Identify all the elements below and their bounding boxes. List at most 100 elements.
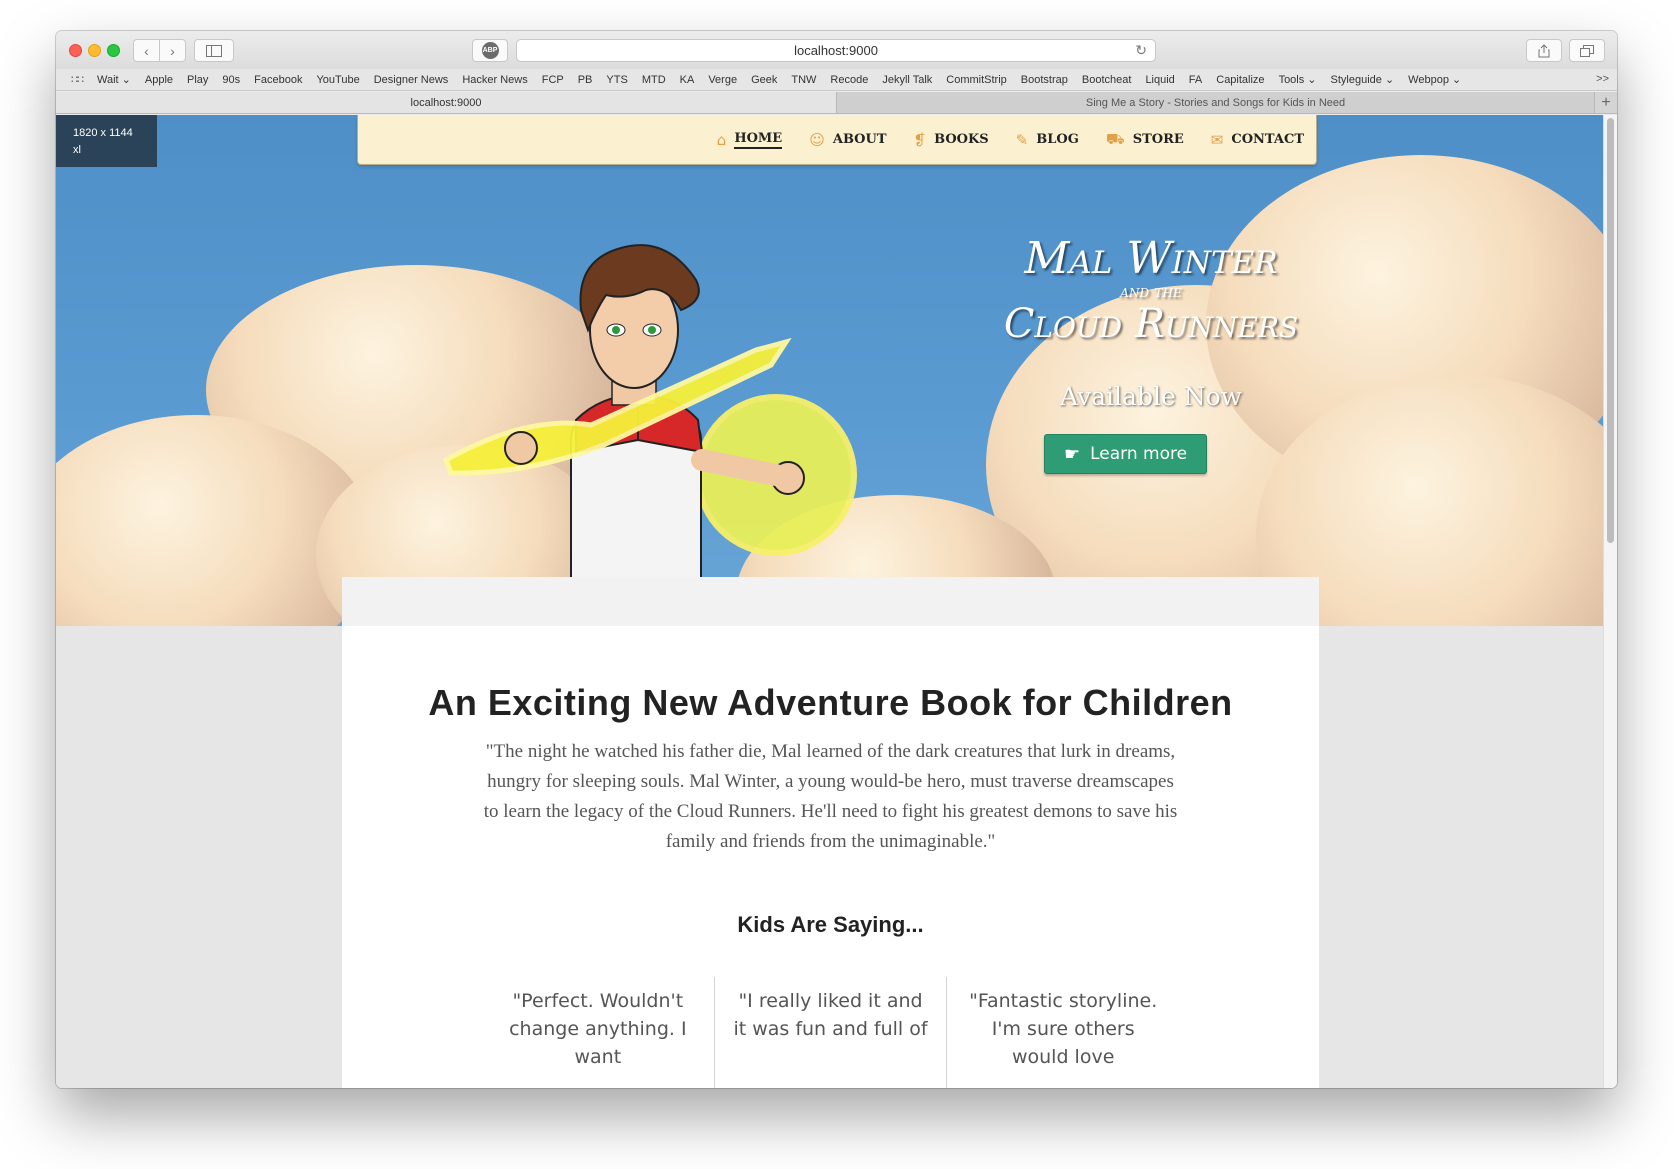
- learn-more-button[interactable]: ☛ Learn more: [1044, 434, 1207, 474]
- tabs-overview-icon: [1580, 44, 1594, 57]
- address-bar[interactable]: localhost:9000 ↻: [516, 39, 1156, 62]
- vertical-scrollbar[interactable]: [1603, 115, 1617, 1088]
- bookmark-item[interactable]: Liquid: [1145, 74, 1174, 86]
- viewport-size-badge: 1820 x 1144 xl: [56, 115, 157, 167]
- testimonial-item: "Perfect. Wouldn't change anything. I wa…: [509, 990, 687, 1068]
- bookmark-item[interactable]: CommitStrip: [946, 74, 1007, 86]
- bookmark-item[interactable]: Bootcheat: [1082, 74, 1132, 86]
- testimonials-row: "Perfect. Wouldn't change anything. I wa…: [482, 977, 1179, 1088]
- back-button[interactable]: ‹: [133, 39, 160, 62]
- home-icon: ⌂: [716, 130, 727, 149]
- bookmark-item[interactable]: FA: [1189, 74, 1202, 86]
- book-title-line: Cloud Runners: [1003, 301, 1299, 347]
- bookmark-item[interactable]: Recode: [830, 74, 868, 86]
- nav-blog[interactable]: ✎ BLOG: [1016, 131, 1079, 149]
- forward-button[interactable]: ›: [159, 39, 186, 62]
- chevron-left-icon: ‹: [144, 42, 149, 59]
- nav-home[interactable]: ⌂ HOME: [716, 130, 783, 149]
- bookmark-item[interactable]: FCP: [542, 74, 564, 86]
- bookmark-item[interactable]: Apple: [145, 74, 173, 86]
- adblock-button[interactable]: ABP: [472, 39, 508, 62]
- nav-books[interactable]: ❡ BOOKS: [914, 131, 989, 149]
- book-title-line: and the: [1120, 282, 1182, 302]
- bookmark-item[interactable]: MTD: [642, 74, 666, 86]
- minimize-window-button[interactable]: [88, 44, 101, 57]
- bookmark-item[interactable]: 90s: [222, 74, 240, 86]
- book-synopsis-quote: "The night he watched his father die, Ma…: [483, 741, 1178, 852]
- envelope-icon: ✉: [1210, 130, 1224, 149]
- apps-grid-icon[interactable]: ∷∷: [71, 73, 84, 86]
- bookmark-item[interactable]: Webpop ⌄: [1408, 73, 1461, 86]
- share-icon: [1538, 43, 1550, 57]
- bookmark-item[interactable]: Styleguide ⌄: [1331, 73, 1395, 86]
- bookmark-item[interactable]: PB: [578, 74, 593, 86]
- bookmark-item[interactable]: KA: [680, 74, 695, 86]
- close-window-button[interactable]: [69, 44, 82, 57]
- bookmark-item[interactable]: Geek: [751, 74, 777, 86]
- bookmark-item[interactable]: Facebook: [254, 74, 302, 86]
- bookmark-item[interactable]: Bootstrap: [1021, 74, 1068, 86]
- content-card-header-strip: [342, 577, 1319, 626]
- new-tab-button[interactable]: +: [1595, 92, 1617, 113]
- bookmark-item[interactable]: YTS: [606, 74, 627, 86]
- book-title-logo: Mal Winter and the Cloud Runners: [966, 233, 1336, 348]
- chevron-right-icon: ›: [170, 42, 175, 59]
- page-viewport: Mal Winter and the Cloud Runners Availab…: [56, 115, 1603, 1088]
- book-icon: ❡: [913, 130, 927, 149]
- bookmark-item[interactable]: Play: [187, 74, 208, 86]
- tab-label: localhost:9000: [410, 96, 482, 109]
- main-content-card: An Exciting New Adventure Book for Child…: [342, 577, 1319, 1088]
- main-navigation: ⌂ HOME ☺ ABOUT ❡ BOOKS ✎ BLOG ⛟ STORE ✉ …: [357, 115, 1317, 165]
- adblock-icon: ABP: [481, 42, 499, 59]
- bookmark-item[interactable]: Tools ⌄: [1279, 73, 1317, 86]
- title-bar: ‹ › ABP localhost:9000 ↻: [56, 31, 1617, 69]
- cart-icon: ⛟: [1105, 129, 1125, 148]
- breakpoint-label: xl: [73, 144, 81, 156]
- tab-label: Sing Me a Story - Stories and Songs for …: [1085, 96, 1346, 109]
- bookmark-item[interactable]: Wait ⌄: [97, 73, 131, 86]
- nav-label: ABOUT: [832, 132, 887, 147]
- learn-more-label: Learn more: [1090, 444, 1188, 464]
- sidebar-icon: [206, 44, 222, 57]
- show-tabs-button[interactable]: [1569, 39, 1605, 62]
- bookmark-item[interactable]: YouTube: [316, 74, 359, 86]
- nav-label: HOME: [734, 131, 783, 149]
- book-title-line: Mal Winter: [1024, 233, 1278, 284]
- browser-window: ‹ › ABP localhost:9000 ↻ ∷∷ Wait ⌄ Apple…: [56, 31, 1617, 1088]
- reload-icon[interactable]: ↻: [1135, 42, 1147, 59]
- pencil-icon: ✎: [1015, 130, 1029, 149]
- bookmark-item[interactable]: Jekyll Talk: [882, 74, 932, 86]
- nav-label: STORE: [1132, 132, 1184, 147]
- tab-sing-me-a-story[interactable]: Sing Me a Story - Stories and Songs for …: [837, 92, 1595, 113]
- tab-bar: localhost:9000 Sing Me a Story - Stories…: [56, 92, 1617, 114]
- nav-label: BLOG: [1036, 132, 1079, 147]
- bookmark-item[interactable]: Designer News: [374, 74, 449, 86]
- testimonials-heading: Kids Are Saying...: [737, 912, 924, 937]
- share-button[interactable]: [1526, 39, 1562, 62]
- sidebar-toggle-button[interactable]: [194, 39, 234, 62]
- nav-label: BOOKS: [934, 132, 989, 147]
- tab-localhost[interactable]: localhost:9000: [56, 92, 837, 113]
- availability-text: Available Now: [1059, 382, 1243, 411]
- bookmark-item[interactable]: Hacker News: [462, 74, 527, 86]
- hero-banner: Mal Winter and the Cloud Runners Availab…: [56, 115, 1603, 626]
- nav-about[interactable]: ☺ ABOUT: [809, 131, 886, 149]
- bookmarks-bar: ∷∷ Wait ⌄ Apple Play 90s Facebook YouTub…: [56, 69, 1617, 91]
- viewport-dimensions: 1820 x 1144: [73, 127, 133, 139]
- nav-store[interactable]: ⛟ STORE: [1106, 130, 1184, 150]
- scrollbar-thumb[interactable]: [1607, 118, 1614, 543]
- nav-contact[interactable]: ✉ CONTACT: [1211, 131, 1304, 149]
- bookmark-item[interactable]: Capitalize: [1216, 74, 1264, 86]
- thumbs-up-icon: ☛: [1063, 443, 1081, 465]
- bookmark-item[interactable]: Verge: [708, 74, 737, 86]
- bookmarks-overflow-button[interactable]: >>: [1596, 73, 1609, 85]
- testimonial-item: "Fantastic storyline. I'm sure others wo…: [946, 977, 1179, 1088]
- testimonial-item: "I really liked it and it was fun and fu…: [713, 977, 947, 1088]
- user-icon: ☺: [809, 130, 825, 149]
- page-title: An Exciting New Adventure Book for Child…: [428, 682, 1233, 723]
- nav-label: CONTACT: [1231, 132, 1304, 147]
- hero-character-illustration: [442, 244, 857, 626]
- url-text: localhost:9000: [794, 43, 878, 58]
- bookmark-item[interactable]: TNW: [791, 74, 816, 86]
- zoom-window-button[interactable]: [107, 44, 120, 57]
